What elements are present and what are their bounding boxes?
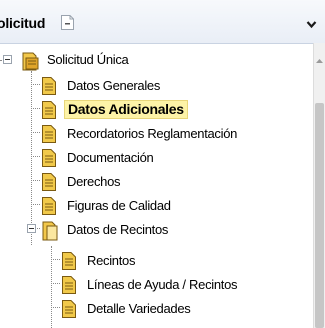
document-icon xyxy=(41,124,57,149)
tree-node-label: Detalle Variedades xyxy=(87,301,191,316)
tree-connector xyxy=(31,71,32,245)
tree-connector xyxy=(51,259,60,260)
collapse-recintos-toggle[interactable] xyxy=(27,224,36,233)
vertical-scrollbar[interactable] xyxy=(313,43,325,328)
tree-connector xyxy=(31,156,40,157)
tree-node-label: Documentación xyxy=(67,150,154,165)
tree-node-label: Líneas de Ayuda / Recintos xyxy=(87,277,238,292)
collapse-root-toggle[interactable] xyxy=(3,55,12,64)
page-minimize-icon[interactable] xyxy=(60,14,75,36)
panel-title: olicitud xyxy=(0,15,46,31)
document-icon xyxy=(41,100,57,125)
document-icon xyxy=(61,299,77,324)
document-icon xyxy=(41,76,57,101)
folder-open-icon xyxy=(41,220,59,247)
tree-connector xyxy=(51,283,60,284)
tree-node-label: Solicitud Única xyxy=(47,52,129,67)
document-icon xyxy=(41,172,57,197)
document-icon xyxy=(41,196,57,221)
tree-connector xyxy=(31,204,40,205)
document-icon xyxy=(61,251,77,276)
tree-node-label: Figuras de Calidad xyxy=(67,198,171,213)
tree-view: Solicitud Única Datos Generales Datos Ad… xyxy=(0,43,313,328)
tree-connector xyxy=(31,84,40,85)
tree-node-label: Datos Generales xyxy=(67,78,161,93)
document-icon xyxy=(41,148,57,173)
tree-node-label: Datos de Recintos xyxy=(67,222,169,237)
folder-open-icon xyxy=(21,50,41,77)
scroll-up-arrow-icon[interactable] xyxy=(316,51,323,69)
chevron-down-icon[interactable] xyxy=(306,16,317,34)
tree-connector xyxy=(31,132,40,133)
scrollbar-thumb[interactable] xyxy=(315,103,324,328)
tree-node-label: Derechos xyxy=(67,174,121,189)
document-icon xyxy=(61,275,77,300)
tree-node-label: Datos Adicionales xyxy=(64,100,188,119)
tree-connector xyxy=(51,307,60,308)
tree-node-label: Recintos xyxy=(87,253,136,268)
tree-node-label: Recordatorios Reglamentación xyxy=(67,126,238,141)
tree-connector xyxy=(31,180,40,181)
tree-connector xyxy=(31,108,40,109)
panel-header: olicitud xyxy=(0,0,325,44)
